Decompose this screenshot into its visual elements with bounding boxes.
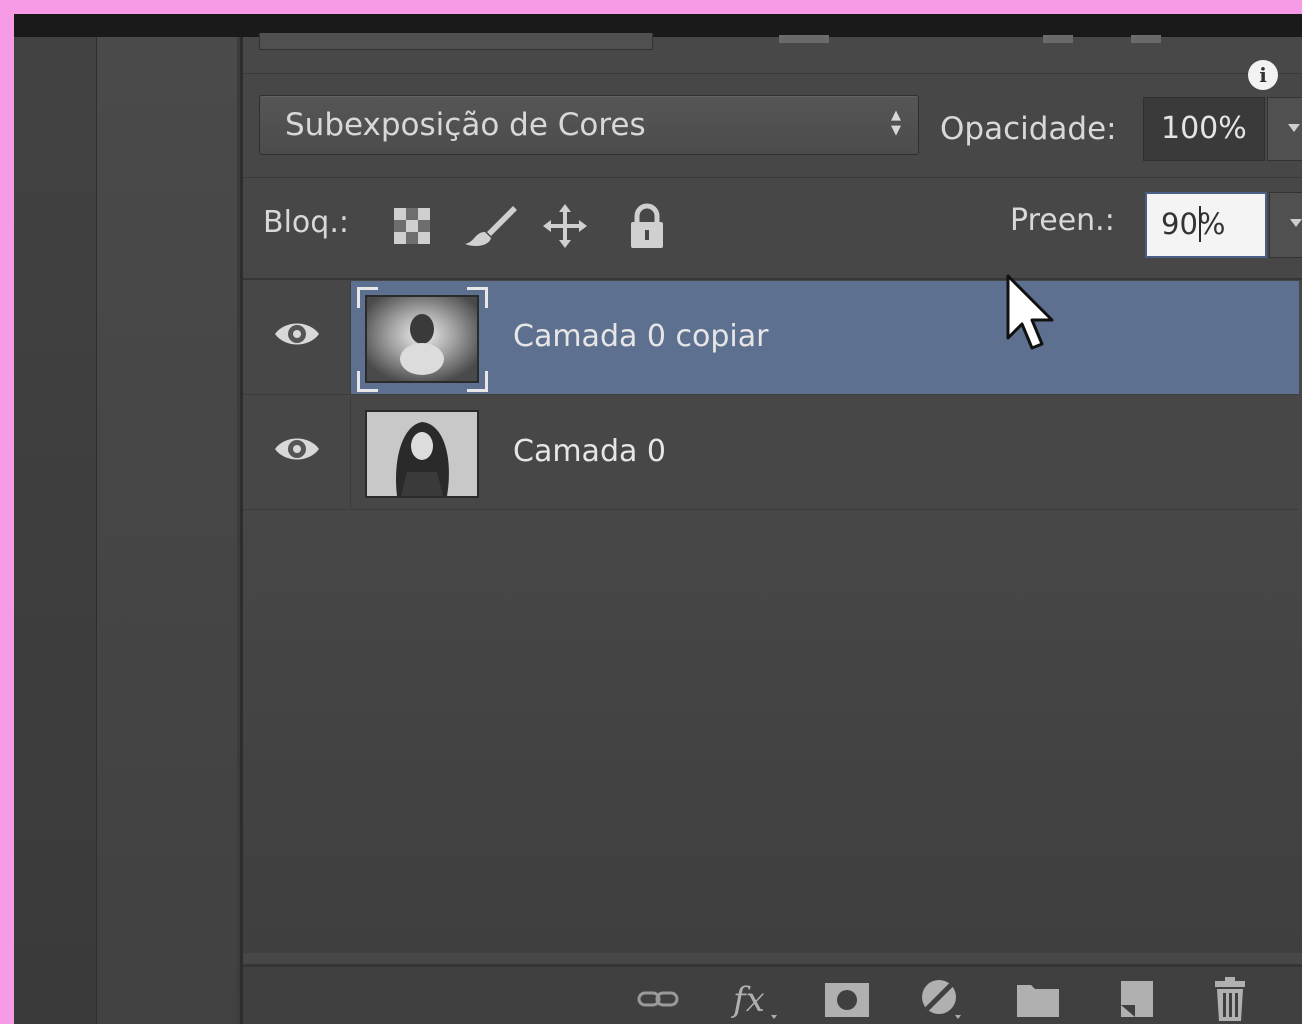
eye-icon[interactable]	[273, 316, 321, 352]
fill-input[interactable]: 90%	[1145, 192, 1267, 258]
layer-filter-select[interactable]	[259, 33, 653, 50]
new-group-icon[interactable]	[1013, 975, 1063, 1023]
fill-value: 90%	[1161, 207, 1226, 241]
new-layer-icon[interactable]	[1111, 975, 1161, 1023]
blend-mode-value: Subexposição de Cores	[285, 107, 646, 143]
layers-panel: i Subexposição de Cores ▲ ▼ Opacidade: 10…	[240, 33, 1302, 1024]
layer-thumbnail	[365, 410, 479, 498]
lock-transparent-pixels-icon[interactable]	[388, 202, 436, 250]
blend-row: Subexposição de Cores ▲ ▼ Opacidade: 100%	[243, 73, 1302, 178]
opacity-value: 100%	[1161, 111, 1247, 146]
svg-text:fx: fx	[730, 980, 765, 1020]
layer-name[interactable]: Camada 0	[513, 434, 666, 469]
lock-all-icon[interactable]	[623, 202, 671, 250]
screen-frame: i Subexposição de Cores ▲ ▼ Opacidade: 10…	[14, 14, 1302, 1024]
layer-name[interactable]: Camada 0 copiar	[513, 319, 768, 354]
chevron-down-icon	[1290, 219, 1302, 227]
layer-list-empty-area	[243, 513, 1302, 953]
lock-label: Bloq.:	[263, 205, 349, 240]
add-mask-icon[interactable]	[821, 975, 871, 1023]
visibility-cell[interactable]	[243, 396, 351, 509]
fill-dropdown-button[interactable]	[1269, 192, 1302, 258]
fill-label: Preen.:	[1010, 203, 1115, 238]
lock-position-icon[interactable]	[541, 202, 589, 250]
selection-corner	[357, 287, 378, 308]
mouse-cursor-icon	[1006, 274, 1054, 350]
filter-smart-icon[interactable]	[1131, 35, 1161, 43]
lock-fill-row: Bloq.: Preen.: 90%	[243, 178, 1302, 280]
select-arrows-icon: ▲ ▼	[891, 108, 901, 138]
selection-corner	[467, 287, 488, 308]
filter-type-icon[interactable]	[1043, 35, 1073, 43]
opacity-dropdown-button[interactable]	[1267, 97, 1302, 161]
layers-bottom-toolbar: fx	[243, 964, 1302, 1024]
layer-row-camada-0-copiar[interactable]: Camada 0 copiar	[243, 281, 1299, 395]
opacity-label: Opacidade:	[940, 111, 1117, 147]
filter-strip	[243, 33, 1302, 74]
adjustment-layer-icon[interactable]	[917, 975, 967, 1023]
link-layers-icon[interactable]	[633, 975, 683, 1023]
blend-mode-select[interactable]: Subexposição de Cores ▲ ▼	[259, 95, 919, 155]
top-dark-bar	[14, 14, 1302, 37]
selection-corner	[357, 371, 378, 392]
selection-corner	[467, 371, 488, 392]
text-caret	[1199, 206, 1201, 242]
lock-image-pixels-icon[interactable]	[461, 202, 521, 250]
filter-pixel-icon[interactable]	[779, 35, 829, 43]
layer-row-camada-0[interactable]: Camada 0	[243, 396, 1299, 510]
delete-layer-icon[interactable]	[1205, 975, 1255, 1023]
left-panel-column	[96, 37, 237, 1024]
visibility-cell[interactable]	[243, 281, 351, 394]
left-toolbar-column	[14, 37, 96, 1024]
layer-style-fx-icon[interactable]: fx	[729, 975, 779, 1023]
opacity-field[interactable]: 100%	[1143, 97, 1265, 161]
chevron-down-icon	[1288, 124, 1300, 132]
layer-thumbnail	[365, 295, 479, 383]
eye-icon[interactable]	[273, 431, 321, 467]
layer-list: Camada 0 copiar Camada 0	[243, 281, 1299, 513]
